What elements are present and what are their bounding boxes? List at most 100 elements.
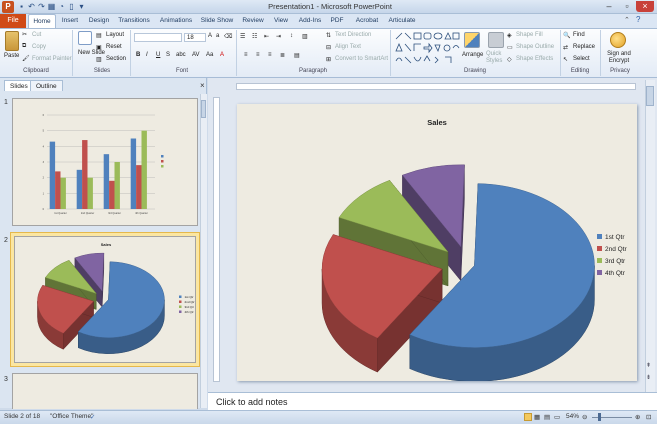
vertical-scrollbar[interactable]	[645, 80, 655, 392]
replace-button[interactable]: Replace	[573, 44, 595, 50]
shrink-font-icon[interactable]: a	[216, 33, 219, 39]
columns-2-icon[interactable]: ▤	[294, 52, 300, 59]
zoom-out-icon[interactable]: ⊖	[582, 413, 587, 421]
save-icon[interactable]: ▪	[17, 2, 26, 11]
paste-icon[interactable]	[5, 31, 19, 51]
reset-icon[interactable]: ▣	[96, 44, 102, 51]
shape-outline-button[interactable]: Shape Outline	[516, 44, 554, 50]
shape-effects-icon[interactable]: ◇	[507, 56, 512, 63]
tab-insert[interactable]: Insert	[58, 14, 82, 28]
align-text-icon[interactable]: ⊟	[326, 44, 331, 51]
pie-chart[interactable]: Sales 1st Qtr 2nd Qtr 3rd Qtr 4th Qtr	[237, 104, 637, 381]
underline-icon[interactable]: U	[156, 52, 160, 58]
slide-thumbnail-1[interactable]: 0 1 2 3 4 5 6 1st Quarter 2nd Quarter 3rd Quarter…	[12, 98, 198, 226]
align-center-icon[interactable]: ≡	[256, 52, 260, 58]
spell-check-icon[interactable]: ✓	[90, 413, 95, 421]
zoom-slider-handle[interactable]	[598, 413, 601, 421]
slide-thumbnail-3[interactable]	[12, 373, 198, 409]
select-icon[interactable]: ↖	[563, 56, 568, 63]
find-button[interactable]: Find	[573, 32, 585, 38]
quick-styles-button[interactable]: Quick Styles	[486, 51, 508, 65]
scroll-thumb[interactable]	[646, 86, 654, 106]
quick-styles-icon[interactable]	[488, 32, 504, 48]
close-pane-icon[interactable]: ×	[200, 81, 205, 90]
sign-encrypt-button[interactable]: Sign and Encrypt	[602, 51, 636, 65]
section-button[interactable]: Section	[106, 56, 126, 62]
format-painter-button[interactable]: Format Painter	[32, 56, 72, 62]
zoom-level[interactable]: 54%	[566, 413, 579, 420]
layout-icon[interactable]: ▤	[96, 32, 102, 39]
numbering-icon[interactable]: ☷	[252, 33, 257, 40]
shape-fill-button[interactable]: Shape Fill	[516, 32, 543, 38]
tab-view[interactable]: View	[270, 14, 292, 28]
bold-icon[interactable]: B	[136, 52, 140, 58]
columns-icon[interactable]: ▥	[302, 33, 308, 40]
text-direction-button[interactable]: Text Direction	[335, 32, 371, 38]
layout-button[interactable]: Layout	[106, 32, 124, 38]
tab-pdf[interactable]: PDF	[328, 14, 346, 28]
cut-button[interactable]: Cut	[32, 32, 41, 38]
slide-sorter-icon[interactable]: ▦	[534, 413, 540, 421]
slide-thumbnail-2[interactable]: Sales 1st Qtr 2nd Qtr 3rd Qtr 4th Qtr	[14, 236, 196, 363]
italic-icon[interactable]: I	[146, 52, 148, 58]
arrange-icon[interactable]	[464, 32, 480, 48]
tab-add-ins[interactable]: Add-Ins	[296, 14, 324, 28]
convert-smartart-button[interactable]: Convert to SmartArt	[335, 56, 388, 62]
smartart-icon[interactable]: ⊞	[326, 56, 331, 63]
minimize-ribbon-icon[interactable]: ⌃	[624, 16, 630, 24]
bullets-icon[interactable]: ☰	[240, 33, 245, 40]
pane-scrollbar[interactable]	[200, 94, 207, 408]
align-right-icon[interactable]: ≡	[268, 52, 272, 58]
print-icon[interactable]: ▦	[47, 2, 56, 11]
help-icon[interactable]: ?	[636, 15, 640, 24]
cut-icon[interactable]: ✂	[22, 31, 27, 38]
tab-articulate[interactable]: Articulate	[386, 14, 418, 28]
arrange-button[interactable]: Arrange	[462, 52, 483, 58]
font-color-icon[interactable]: A	[220, 52, 224, 58]
align-left-icon[interactable]: ≡	[244, 52, 248, 58]
shape-outline-icon[interactable]: ▭	[507, 44, 513, 51]
vertical-ruler[interactable]	[213, 97, 220, 382]
shape-effects-button[interactable]: Shape Effects	[516, 56, 553, 62]
close-icon[interactable]: ×	[636, 1, 654, 12]
tab-review[interactable]: Review	[240, 14, 266, 28]
format-painter-icon[interactable]: 🖌	[22, 55, 30, 62]
tab-acrobat[interactable]: Acrobat	[352, 14, 382, 28]
replace-icon[interactable]: ⇄	[563, 44, 568, 51]
shapes-gallery[interactable]	[394, 31, 460, 65]
tab-outline[interactable]: Outline	[30, 80, 63, 91]
paste-button[interactable]: Paste	[4, 53, 19, 59]
undo-icon[interactable]: ↶	[27, 2, 36, 11]
tab-design[interactable]: Design	[86, 14, 112, 28]
reset-button[interactable]: Reset	[106, 44, 122, 50]
text-direction-icon[interactable]: ⇅	[326, 32, 331, 39]
new-slide-icon[interactable]	[78, 31, 92, 45]
justify-icon[interactable]: ≣	[280, 52, 285, 59]
prev-slide-icon[interactable]: ⇞	[646, 362, 651, 369]
grow-font-icon[interactable]: A	[208, 33, 212, 39]
tab-transitions[interactable]: Transitions	[116, 14, 152, 28]
normal-view-icon[interactable]	[524, 413, 532, 421]
new-document-icon[interactable]: ▯	[67, 2, 76, 11]
slide-show-icon[interactable]: ▭	[554, 413, 560, 421]
select-button[interactable]: Select	[573, 56, 590, 62]
tab-home[interactable]: Home	[28, 14, 56, 28]
shape-fill-icon[interactable]: ◈	[507, 32, 512, 39]
redo-icon[interactable]: ↷	[37, 2, 46, 11]
customize-toolbar-icon[interactable]: ▾	[77, 2, 86, 11]
tab-file[interactable]: File	[0, 14, 26, 28]
copy-icon[interactable]: ⧉	[22, 43, 26, 50]
clear-format-icon[interactable]: ⌫	[224, 33, 232, 40]
pane-scroll-thumb[interactable]	[201, 100, 206, 118]
line-spacing-icon[interactable]: ↕	[290, 33, 293, 39]
copy-button[interactable]: Copy	[32, 44, 46, 50]
next-slide-icon[interactable]: ⇟	[646, 374, 651, 381]
decrease-indent-icon[interactable]: ⇤	[264, 33, 269, 40]
tab-animations[interactable]: Animations	[158, 14, 194, 28]
strikethrough-icon[interactable]: abc	[176, 52, 186, 58]
horizontal-ruler[interactable]	[236, 83, 636, 90]
maximize-icon[interactable]: ▫	[618, 1, 636, 12]
sign-encrypt-icon[interactable]	[610, 32, 626, 48]
section-icon[interactable]: ▥	[96, 56, 102, 63]
zoom-in-icon[interactable]: ⊕	[635, 413, 640, 421]
